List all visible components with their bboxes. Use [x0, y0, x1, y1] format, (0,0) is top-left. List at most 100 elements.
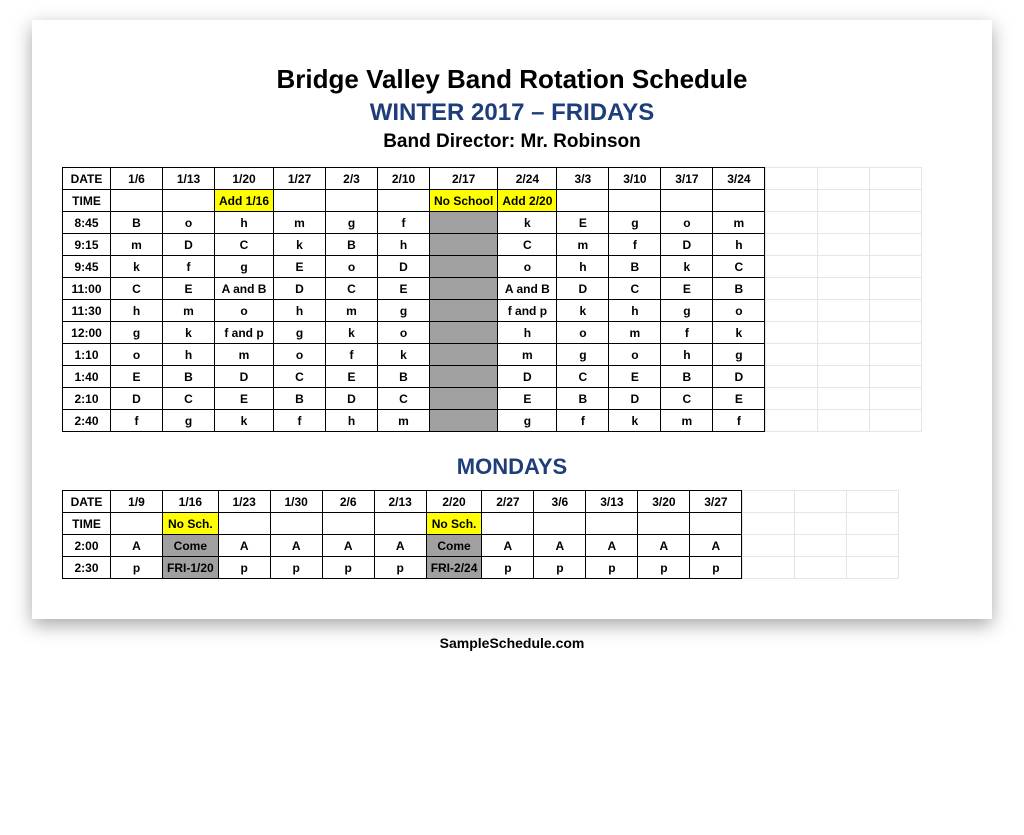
- schedule-cell: A: [374, 535, 426, 557]
- empty-cell: [795, 491, 847, 513]
- schedule-cell: g: [609, 212, 661, 234]
- schedule-cell: E: [111, 366, 163, 388]
- time-slot-label: 11:00: [63, 278, 111, 300]
- schedule-cell: A: [586, 535, 638, 557]
- empty-cell: [870, 366, 922, 388]
- schedule-cell: [430, 366, 498, 388]
- time-note-cell: [111, 513, 163, 535]
- schedule-cell: FRI-2/24: [426, 557, 482, 579]
- schedule-cell: [430, 278, 498, 300]
- schedule-cell: h: [661, 344, 713, 366]
- schedule-cell: A: [218, 535, 270, 557]
- empty-cell: [818, 234, 870, 256]
- schedule-cell: E: [713, 388, 765, 410]
- time-note-cell: [713, 190, 765, 212]
- date-cell: 2/17: [430, 168, 498, 190]
- date-cell: 1/9: [111, 491, 163, 513]
- time-note-cell: [322, 513, 374, 535]
- band-director: Band Director: Mr. Robinson: [62, 131, 962, 153]
- schedule-cell: A: [638, 535, 690, 557]
- time-slot-label: 2:10: [63, 388, 111, 410]
- schedule-cell: C: [661, 388, 713, 410]
- schedule-cell: C: [215, 234, 274, 256]
- schedule-cell: D: [274, 278, 326, 300]
- schedule-cell: f: [326, 344, 378, 366]
- schedule-cell: A: [111, 535, 163, 557]
- empty-cell: [870, 190, 922, 212]
- mondays-section: DATE1/91/161/231/302/62/132/202/273/63/1…: [62, 490, 962, 579]
- date-cell: 3/20: [638, 491, 690, 513]
- schedule-cell: E: [661, 278, 713, 300]
- schedule-cell: [430, 322, 498, 344]
- page-title: Bridge Valley Band Rotation Schedule: [62, 64, 962, 95]
- date-cell: 2/13: [374, 491, 426, 513]
- schedule-cell: g: [378, 300, 430, 322]
- time-note-cell: [163, 190, 215, 212]
- empty-cell: [795, 557, 847, 579]
- schedule-cell: C: [609, 278, 661, 300]
- schedule-cell: f: [274, 410, 326, 432]
- schedule-cell: f: [609, 234, 661, 256]
- empty-cell: [766, 410, 818, 432]
- schedule-cell: o: [111, 344, 163, 366]
- schedule-cell: g: [326, 212, 378, 234]
- schedule-cell: h: [713, 234, 765, 256]
- schedule-cell: g: [163, 410, 215, 432]
- empty-cell: [766, 344, 818, 366]
- schedule-cell: B: [609, 256, 661, 278]
- empty-cell: [818, 300, 870, 322]
- time-label: TIME: [63, 513, 111, 535]
- schedule-cell: p: [111, 557, 163, 579]
- time-note-cell: [534, 513, 586, 535]
- date-cell: 3/24: [713, 168, 765, 190]
- time-note-cell: Add 2/20: [498, 190, 557, 212]
- time-note-cell: [609, 190, 661, 212]
- empty-cell: [818, 388, 870, 410]
- date-cell: 2/3: [326, 168, 378, 190]
- empty-cell: [818, 278, 870, 300]
- schedule-cell: D: [111, 388, 163, 410]
- mondays-title: MONDAYS: [62, 454, 962, 480]
- schedule-cell: m: [274, 212, 326, 234]
- date-cell: 2/27: [482, 491, 534, 513]
- schedule-cell: o: [557, 322, 609, 344]
- schedule-cell: k: [274, 234, 326, 256]
- date-cell: 3/3: [557, 168, 609, 190]
- schedule-cell: h: [498, 322, 557, 344]
- schedule-cell: m: [326, 300, 378, 322]
- schedule-cell: k: [557, 300, 609, 322]
- schedule-cell: E: [274, 256, 326, 278]
- schedule-cell: D: [713, 366, 765, 388]
- schedule-cell: o: [661, 212, 713, 234]
- schedule-cell: [430, 300, 498, 322]
- empty-cell: [743, 557, 795, 579]
- schedule-cell: [430, 256, 498, 278]
- mondays-table: DATE1/91/161/231/302/62/132/202/273/63/1…: [62, 490, 742, 579]
- schedule-cell: B: [111, 212, 163, 234]
- empty-cell: [766, 190, 818, 212]
- schedule-cell: B: [378, 366, 430, 388]
- empty-cell: [870, 410, 922, 432]
- empty-cell: [766, 366, 818, 388]
- schedule-cell: o: [326, 256, 378, 278]
- empty-cell: [870, 278, 922, 300]
- schedule-cell: FRI-1/20: [163, 557, 219, 579]
- schedule-cell: D: [326, 388, 378, 410]
- empty-cell: [766, 234, 818, 256]
- empty-cell: [847, 535, 899, 557]
- time-note-cell: [378, 190, 430, 212]
- date-label: DATE: [63, 491, 111, 513]
- schedule-cell: k: [163, 322, 215, 344]
- schedule-cell: B: [274, 388, 326, 410]
- empty-cell: [766, 388, 818, 410]
- time-slot-label: 12:00: [63, 322, 111, 344]
- extra-grid-right: [765, 167, 922, 432]
- date-cell: 3/27: [690, 491, 742, 513]
- empty-cell: [743, 535, 795, 557]
- schedule-cell: o: [713, 300, 765, 322]
- time-slot-label: 8:45: [63, 212, 111, 234]
- schedule-cell: g: [111, 322, 163, 344]
- schedule-cell: h: [557, 256, 609, 278]
- schedule-cell: E: [378, 278, 430, 300]
- date-cell: 3/13: [586, 491, 638, 513]
